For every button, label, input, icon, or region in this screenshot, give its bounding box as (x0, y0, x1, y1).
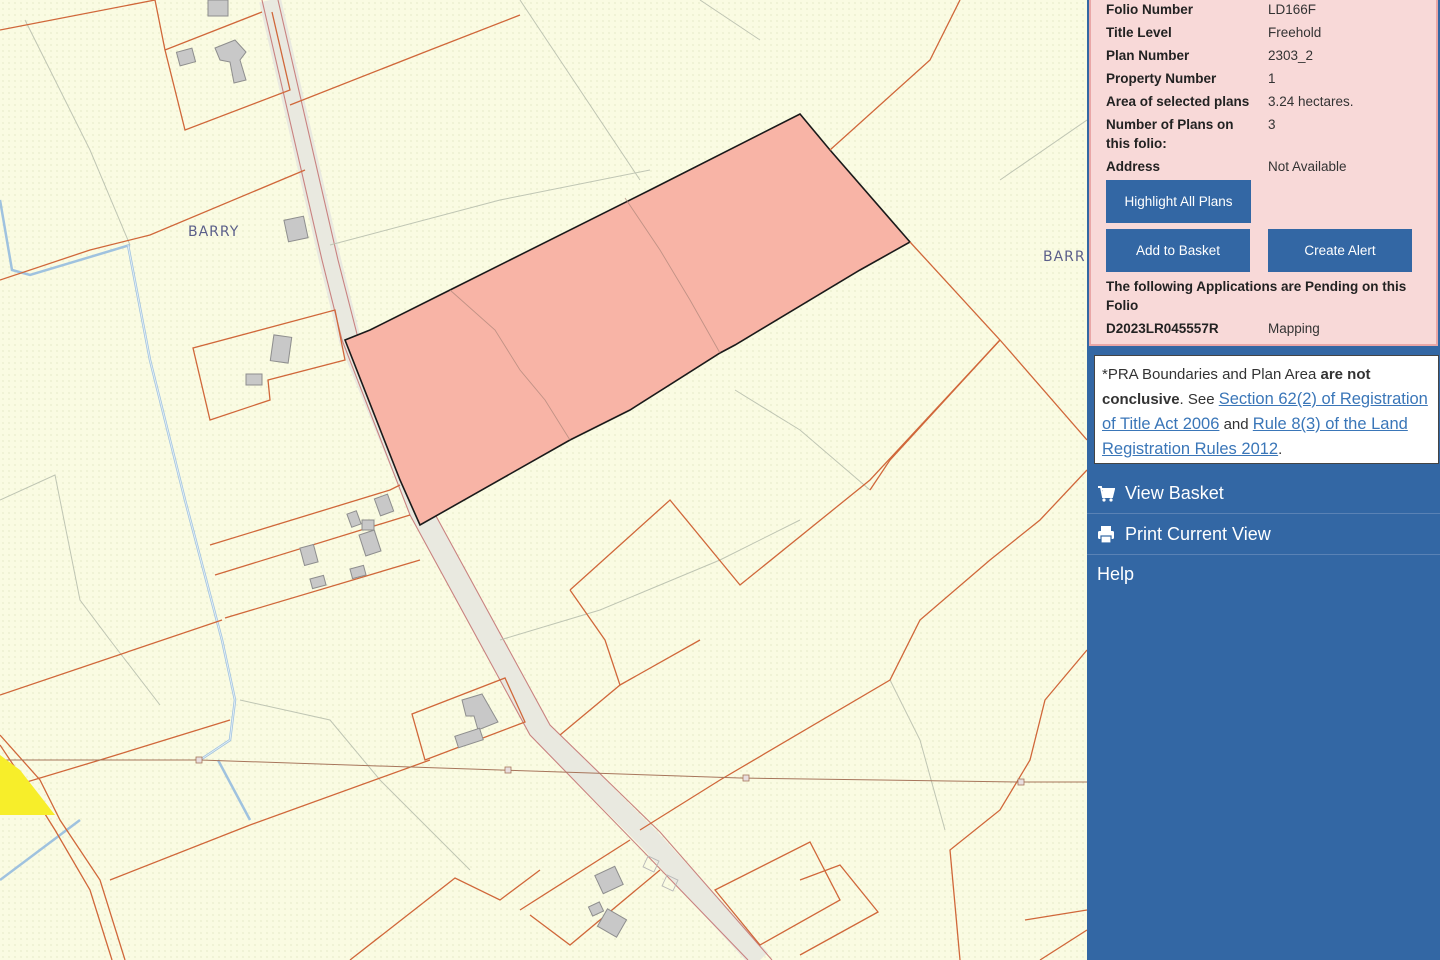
add-to-basket-button[interactable]: Add to Basket (1106, 229, 1250, 272)
row-value: 1 (1268, 71, 1276, 86)
place-label-barry: BARRY (188, 224, 240, 240)
print-current-view-label: Print Current View (1125, 524, 1271, 544)
row-key: Property Number (1106, 71, 1217, 86)
row-key: Address (1106, 159, 1161, 174)
place-label-barr: BARR (1043, 249, 1086, 265)
row-value: 2303_2 (1268, 48, 1314, 63)
row-key: Number of Plans on this folio: (1106, 117, 1234, 151)
view-basket-menu-item[interactable]: View Basket (1087, 473, 1440, 513)
pending-type: Mapping (1268, 321, 1320, 336)
row-value: 3.24 hectares. (1268, 94, 1354, 109)
row-key: Title Level (1106, 25, 1172, 40)
disclaimer-end: . (1278, 441, 1283, 458)
row-value: 3 (1268, 117, 1276, 132)
row-key: Area of selected plans (1106, 94, 1250, 109)
disclaimer-prefix: *PRA Boundaries and Plan Area (1102, 366, 1321, 383)
disclaimer-box: *PRA Boundaries and Plan Area are not co… (1094, 355, 1439, 464)
map-view[interactable]: BARRY BARR (0, 0, 1087, 960)
view-basket-label: View Basket (1125, 483, 1224, 503)
folio-info-box: Folio Number LD166F Title Level Freehold… (1089, 0, 1438, 346)
row-value: Not Available (1268, 159, 1347, 174)
row-value: LD166F (1268, 2, 1317, 17)
row-key: Folio Number (1106, 2, 1193, 17)
pending-id: D2023LR045557R (1106, 321, 1219, 336)
row-key: Plan Number (1106, 48, 1190, 63)
side-panel: Folio Number LD166F Title Level Freehold… (1087, 0, 1440, 960)
disclaimer-and: and (1219, 416, 1253, 433)
highlight-all-plans-button[interactable]: Highlight All Plans (1106, 180, 1251, 223)
disclaimer-see: . See (1179, 391, 1219, 408)
print-current-view-menu-item[interactable]: Print Current View (1087, 514, 1440, 554)
create-alert-button[interactable]: Create Alert (1268, 229, 1412, 272)
help-menu-item[interactable]: Help (1087, 554, 1440, 594)
map-canvas[interactable] (0, 0, 1087, 960)
pending-heading: The following Applications are Pending o… (1106, 279, 1407, 313)
row-value: Freehold (1268, 25, 1322, 40)
help-label: Help (1097, 564, 1135, 584)
